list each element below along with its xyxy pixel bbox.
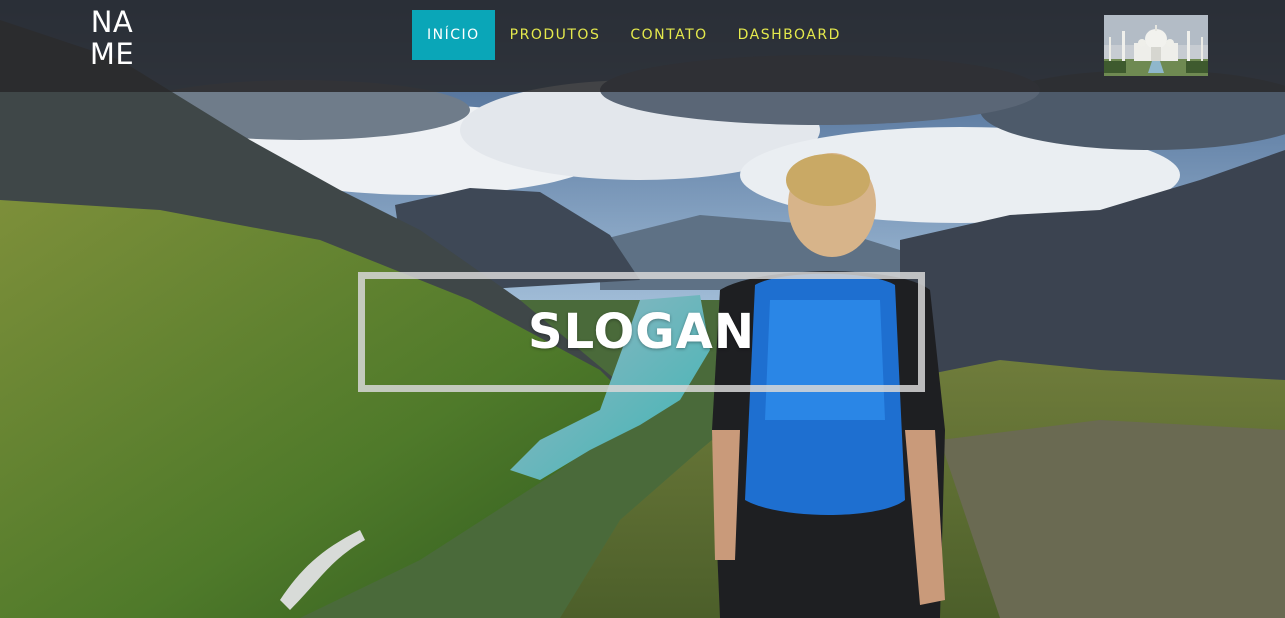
nav-item-contato[interactable]: CONTATO [615, 10, 722, 60]
brand-line-1: NA [90, 5, 134, 39]
slogan-box: SLOGAN [358, 272, 925, 392]
nav-item-inicio[interactable]: INÍCIO [412, 10, 495, 60]
nav-item-dashboard[interactable]: DASHBOARD [723, 10, 856, 60]
nav-item-produtos[interactable]: PRODUTOS [495, 10, 616, 60]
brand-logo[interactable]: NA ME [84, 6, 140, 70]
main-nav: INÍCIO PRODUTOS CONTATO DASHBOARD [412, 10, 856, 60]
taj-mahal-photo-icon [1104, 15, 1208, 76]
taj-mahal-thumbnail[interactable] [1104, 15, 1208, 76]
slogan-text: SLOGAN [528, 304, 755, 360]
brand-line-2: ME [89, 37, 135, 71]
top-navbar: NA ME INÍCIO PRODUTOS CONTATO DASHBOARD [0, 0, 1285, 92]
